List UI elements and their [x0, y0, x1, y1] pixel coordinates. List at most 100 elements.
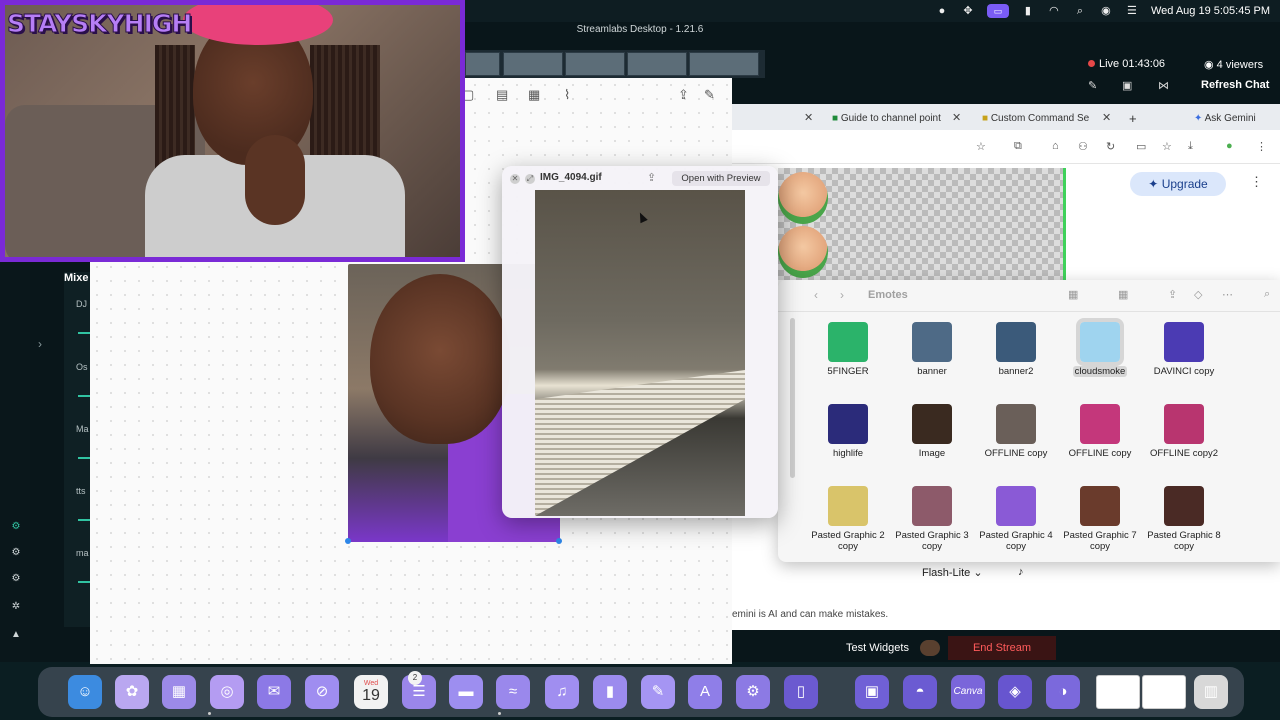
file-item[interactable]: Pasted Graphic 4 copy	[974, 486, 1058, 562]
table-icon[interactable]: ▦	[528, 87, 540, 103]
volume-meter[interactable]	[78, 332, 90, 334]
extension-icon[interactable]: ↻	[1106, 140, 1115, 153]
obs-icon[interactable]: ◓	[903, 675, 937, 709]
file-item[interactable]: highlife	[806, 404, 890, 480]
messages-icon[interactable]: ◑	[1046, 675, 1080, 709]
safari-icon[interactable]: ⊘	[305, 675, 339, 709]
file-item[interactable]: DAVINCI copy	[1142, 322, 1226, 398]
search-icon[interactable]: ⌕	[1264, 288, 1270, 301]
menubar-clock[interactable]: Wed Aug 19 5:05:45 PM	[1151, 5, 1270, 17]
simulator-icon[interactable]: ▯	[784, 675, 818, 709]
test-widgets-button[interactable]: Test Widgets	[846, 642, 909, 654]
file-item[interactable]: OFFLINE copy2	[1142, 404, 1226, 480]
preview-thumbnail[interactable]	[689, 52, 759, 76]
recent-document-thumbnail[interactable]	[1096, 675, 1140, 709]
file-item[interactable]: banner	[890, 322, 974, 398]
file-item[interactable]: OFFLINE copy	[1058, 404, 1142, 480]
numbers-icon[interactable]: ▮	[593, 675, 627, 709]
screen-record-icon[interactable]: ▭	[986, 4, 1009, 18]
extension-icon[interactable]: ⧉	[1014, 140, 1022, 153]
selection-handle[interactable]	[556, 538, 562, 544]
fullscreen-icon[interactable]: ⤢	[525, 174, 535, 184]
edit-icon[interactable]: ✎	[1088, 79, 1097, 92]
menu-icon[interactable]: ⋮	[1256, 140, 1267, 153]
safari-like-icon[interactable]: ◎	[210, 675, 244, 709]
file-item[interactable]: 5FINGER	[806, 322, 890, 398]
share-icon[interactable]: ⇪	[678, 87, 689, 103]
system-settings-icon[interactable]: ⚙	[736, 675, 770, 709]
selection-handle[interactable]	[345, 538, 351, 544]
user-icon[interactable]: ◉	[1099, 4, 1113, 18]
new-tab-icon[interactable]: +	[1129, 107, 1137, 130]
share-icon[interactable]: ⋈	[1158, 79, 1169, 92]
attachment-icon[interactable]: ⌇	[564, 87, 570, 103]
preview-thumbnail[interactable]	[565, 52, 625, 76]
back-icon[interactable]: ‹	[814, 288, 818, 302]
scrollbar[interactable]	[790, 318, 795, 478]
obs-status-icon[interactable]: ●	[935, 4, 949, 18]
tab-guide[interactable]: ■ Guide to channel point	[832, 107, 942, 130]
bookmark-star-icon[interactable]: ☆	[976, 140, 986, 153]
extension-icon[interactable]: ⌂	[1052, 140, 1059, 152]
close-tab-icon[interactable]: ✕	[804, 107, 813, 130]
close-tab-icon[interactable]: ✕	[1102, 107, 1111, 130]
file-item[interactable]: Pasted Graphic 2 copy	[806, 486, 890, 562]
end-stream-button[interactable]: End Stream	[948, 636, 1056, 660]
refresh-chat-button[interactable]: Refresh Chat	[1201, 79, 1269, 91]
volume-meter[interactable]	[78, 395, 90, 397]
mail-icon[interactable]: ✉	[257, 675, 291, 709]
file-item[interactable]: cloudsmoke	[1058, 318, 1142, 398]
canva-icon[interactable]: Canva	[951, 675, 985, 709]
address-bar[interactable]: ☆ ⧉ ⌂ ⚇ ↻ ▭ ☆ ⤓ ● ⋮	[732, 130, 1280, 164]
icon-view-icon[interactable]: ▦	[1068, 288, 1078, 301]
file-item[interactable]: Pasted Graphic 7 copy	[1058, 486, 1142, 562]
microphone-icon[interactable]: ♪	[1018, 566, 1024, 578]
recent-document-thumbnail[interactable]	[1142, 675, 1186, 709]
extension-icon[interactable]: ⚇	[1078, 140, 1088, 153]
themes-icon[interactable]: ⚙	[9, 546, 23, 560]
settings-icon[interactable]: ✲	[9, 600, 23, 614]
group-icon[interactable]: ▦	[1118, 288, 1128, 301]
extension-icon[interactable]: ▭	[1136, 140, 1146, 153]
search-icon[interactable]: ⌕	[1073, 4, 1087, 18]
volume-meter[interactable]	[78, 519, 90, 521]
volume-meter[interactable]	[78, 581, 90, 583]
close-icon[interactable]: ✕	[510, 174, 520, 184]
more-icon[interactable]: ⋯	[1222, 288, 1233, 301]
more-options-icon[interactable]: ⋮	[1250, 174, 1263, 190]
profile-avatar-icon[interactable]: ●	[1226, 140, 1233, 152]
volume-meter[interactable]	[78, 457, 90, 459]
share-icon[interactable]: ⇪	[1168, 288, 1177, 301]
profile-icon[interactable]: ▲	[9, 628, 23, 642]
music-icon[interactable]: ♫	[545, 675, 579, 709]
freeform-icon[interactable]: ≈	[496, 675, 530, 709]
notes-icon[interactable]: ▬	[449, 675, 483, 709]
download-icon[interactable]: ⤓	[1188, 140, 1193, 153]
sticky-note-icon[interactable]: ▤	[496, 87, 508, 103]
stream-deck-icon[interactable]: ◈	[998, 675, 1032, 709]
wifi-icon[interactable]: ◠	[1047, 4, 1061, 18]
chat-icon[interactable]: ▣	[1122, 79, 1132, 92]
close-tab-icon[interactable]: ✕	[952, 107, 961, 130]
launchpad-icon[interactable]: ▦	[162, 675, 196, 709]
file-item[interactable]: Pasted Graphic 8 copy	[1142, 486, 1226, 562]
tools-icon[interactable]: ⚙	[9, 572, 23, 586]
compose-icon[interactable]: ✎	[704, 87, 715, 103]
control-center-icon[interactable]: ☰	[1125, 4, 1139, 18]
ask-gemini-button[interactable]: ✦ Ask Gemini	[1194, 107, 1256, 130]
photos-icon[interactable]: ✿	[115, 675, 149, 709]
model-selector[interactable]: Flash-Lite ⌄	[922, 566, 983, 579]
battery-icon[interactable]: ▮	[1021, 4, 1035, 18]
preview-thumbnail[interactable]	[627, 52, 687, 76]
tag-icon[interactable]: ◇	[1194, 288, 1202, 301]
streamlabs-icon[interactable]: ▣	[855, 675, 889, 709]
preview-thumbnail[interactable]	[503, 52, 563, 76]
studio-icon[interactable]: ⚙	[9, 520, 23, 534]
calendar-icon[interactable]: Wed 19	[354, 675, 388, 709]
tab-custom-command[interactable]: ■ Custom Command Se	[982, 107, 1094, 130]
open-with-preview-button[interactable]: Open with Preview	[672, 171, 770, 186]
test-widgets-toggle[interactable]	[920, 640, 940, 656]
file-item[interactable]: Pasted Graphic 3 copy	[890, 486, 974, 562]
chevron-right-icon[interactable]: ›	[38, 337, 42, 351]
trash-icon[interactable]: ▥	[1194, 675, 1228, 709]
